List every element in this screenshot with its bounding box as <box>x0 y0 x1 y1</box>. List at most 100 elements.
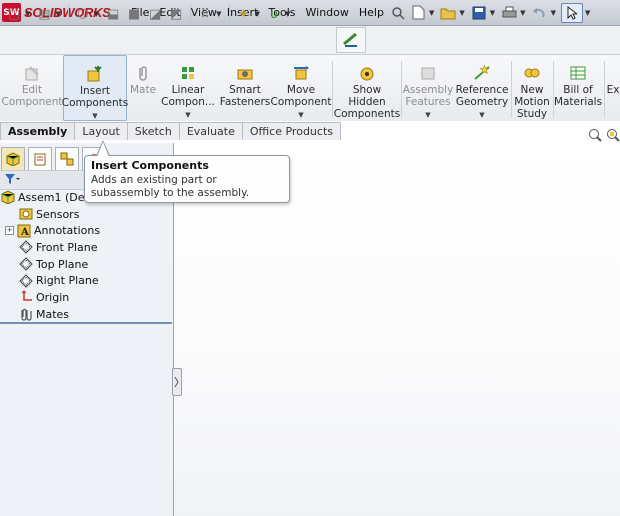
chevron-down-icon[interactable]: ▼ <box>520 9 525 17</box>
secondary-toolbar-icons: ▢ ▼ ▤ ▼ ⬡ ▼ ⬓ ■ ◪ ◩ ⠿ ▼ ✦ ▼ ʋ ▼ <box>4 2 293 26</box>
zoom-to-fit-icon[interactable] <box>588 128 602 145</box>
assembly-features-icon <box>419 64 437 82</box>
undo-icon[interactable] <box>531 4 549 22</box>
filter-icon[interactable] <box>4 173 20 188</box>
plane-icon <box>18 240 33 255</box>
insert-components-label: Insert Components <box>61 85 129 109</box>
mate-button[interactable]: Mate <box>128 55 158 121</box>
edit-component-button[interactable]: Edit Component <box>2 55 62 121</box>
chevron-down-icon[interactable]: ▼ <box>298 109 303 121</box>
tab-evaluate[interactable]: Evaluate <box>178 122 243 140</box>
chevron-down-icon[interactable]: ▼ <box>551 9 556 17</box>
menu-window[interactable]: Window <box>301 6 354 19</box>
tree-root-label: Assem1 (Def <box>18 190 89 204</box>
toolbar-separator <box>190 4 192 24</box>
paste-icon[interactable]: ▤ <box>34 4 54 24</box>
quick-access-toolbar: ▼ ▼ ▼ ▼ ▼ ▼ <box>389 2 593 23</box>
move-component-label: Move Component <box>270 84 332 108</box>
insert-components-tooltip: Insert Components Adds an existing part … <box>84 155 290 203</box>
chevron-down-icon[interactable]: ▼ <box>585 9 590 17</box>
select-pointer-icon[interactable] <box>560 2 583 23</box>
smart-fasteners-label: Smart Fasteners <box>219 84 271 108</box>
bill-of-materials-button[interactable]: Bill of Materials <box>554 55 602 121</box>
view-toolbar <box>588 128 620 145</box>
move-component-button[interactable]: Move Component ▼ <box>270 55 332 121</box>
rebuild-icon[interactable]: ⬓ <box>103 4 123 24</box>
tree-item-sensors[interactable]: Sensors <box>0 206 172 223</box>
tree-item-annotations[interactable]: + A Annotations <box>0 222 172 239</box>
grid-icon[interactable]: ◪ <box>145 4 165 24</box>
tooltip-title: Insert Components <box>91 159 209 172</box>
feature-tree-tab[interactable] <box>1 147 25 171</box>
copy-icon[interactable]: ▢ <box>4 4 24 24</box>
reference-geometry-button[interactable]: Reference Geometry ▼ <box>455 55 509 121</box>
component-icon[interactable]: ⬡ <box>73 4 93 24</box>
spline-icon[interactable]: ʋ <box>264 4 284 24</box>
show-hidden-label: Show Hidden Components <box>333 84 401 120</box>
origin-icon <box>18 290 33 305</box>
chevron-down-icon[interactable]: ▼ <box>479 109 484 121</box>
grid-icon[interactable]: ⠿ <box>195 4 215 24</box>
smart-dim-icon[interactable]: ✦ <box>234 4 254 24</box>
measure-icon[interactable] <box>336 27 366 53</box>
tree-item-front-plane[interactable]: Front Plane <box>0 239 172 256</box>
chevron-down-icon[interactable]: ▼ <box>459 9 464 17</box>
insert-components-button[interactable]: Insert Components ▼ <box>61 55 129 121</box>
property-manager-tab[interactable] <box>28 147 52 171</box>
panel-resize-handle[interactable] <box>172 368 182 396</box>
display-icon[interactable]: ■ <box>124 4 144 24</box>
chevron-down-icon[interactable]: ▼ <box>429 9 434 17</box>
reference-geometry-label: Reference Geometry <box>455 84 509 108</box>
tree-item-right-plane[interactable]: Right Plane <box>0 272 172 289</box>
chevron-down-icon[interactable]: ▼ <box>216 10 221 18</box>
tab-assembly[interactable]: Assembly <box>0 122 76 140</box>
chevron-down-icon[interactable]: ▼ <box>25 10 30 18</box>
tab-sketch[interactable]: Sketch <box>126 122 180 140</box>
tab-layout[interactable]: Layout <box>74 122 128 140</box>
plane-icon <box>18 273 33 288</box>
chevron-down-icon[interactable]: ▼ <box>490 9 495 17</box>
tab-office-products[interactable]: Office Products <box>241 122 341 140</box>
exploded-view-icon <box>606 64 620 82</box>
smart-fasteners-button[interactable]: Smart Fasteners <box>219 55 271 121</box>
open-folder-icon[interactable] <box>439 4 457 22</box>
tree-item-mates[interactable]: Mates <box>0 306 172 323</box>
configuration-manager-tab[interactable] <box>55 147 79 171</box>
assembly-features-button[interactable]: Assembly Features ▼ <box>403 55 453 121</box>
sensor-icon <box>18 207 33 222</box>
tree-item-label: Annotations <box>34 224 101 238</box>
smart-fasteners-icon <box>236 64 254 82</box>
chevron-down-icon[interactable]: ▼ <box>55 10 60 18</box>
chevron-down-icon[interactable]: ▼ <box>255 10 260 18</box>
chevron-down-icon[interactable]: ▼ <box>425 109 430 121</box>
motion-study-icon <box>523 64 541 82</box>
menu-help[interactable]: Help <box>354 6 389 19</box>
print-icon[interactable] <box>500 4 518 22</box>
tree-item-origin[interactable]: Origin <box>0 289 172 306</box>
chevron-down-icon[interactable]: ▼ <box>285 10 290 18</box>
insert-components-icon <box>86 65 104 83</box>
pin-icon[interactable] <box>389 4 407 22</box>
exploded-view-button[interactable]: Ex <box>606 55 620 121</box>
paperclip-icon <box>134 64 152 82</box>
exploded-view-label: Ex <box>606 84 620 96</box>
save-icon[interactable] <box>470 4 488 22</box>
view-orient-icon[interactable]: ◩ <box>166 4 186 24</box>
linear-component-pattern-button[interactable]: Linear Compon... ▼ <box>159 55 217 121</box>
bill-of-materials-label: Bill of Materials <box>553 84 603 108</box>
tree-item-label: Right Plane <box>36 274 99 288</box>
toolbar-separator <box>228 4 230 24</box>
show-hidden-components-button[interactable]: Show Hidden Components <box>333 55 401 121</box>
zoom-area-icon[interactable] <box>606 128 620 145</box>
svg-text:A: A <box>20 227 29 238</box>
tree-item-top-plane[interactable]: Top Plane <box>0 256 172 273</box>
move-component-icon <box>292 64 310 82</box>
new-doc-icon[interactable] <box>409 4 427 22</box>
reference-geometry-icon <box>473 64 491 82</box>
show-hidden-icon <box>358 64 376 82</box>
linear-component-label: Linear Compon... <box>161 84 215 108</box>
chevron-down-icon[interactable]: ▼ <box>94 10 99 18</box>
chevron-down-icon[interactable]: ▼ <box>185 109 190 121</box>
expand-icon[interactable]: + <box>5 226 14 236</box>
new-motion-study-button[interactable]: New Motion Study <box>512 55 552 121</box>
